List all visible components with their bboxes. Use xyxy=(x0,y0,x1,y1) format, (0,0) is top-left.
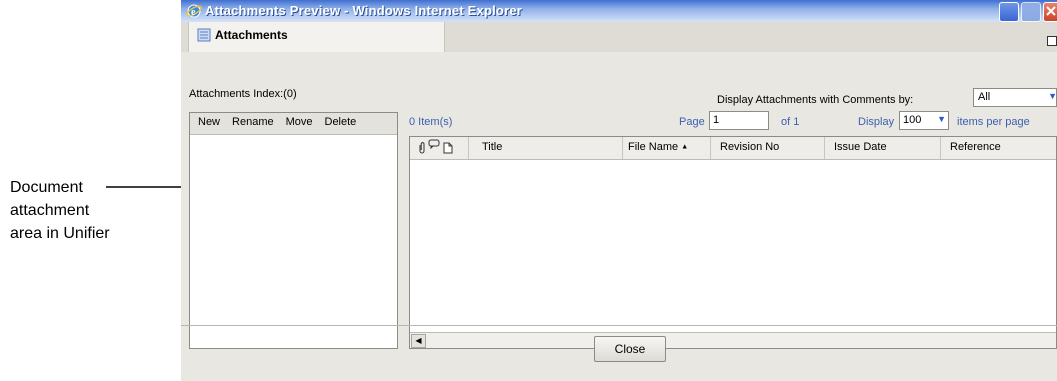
comment-icon[interactable] xyxy=(428,139,440,149)
grid-header: Title File Name ▲ Revision No Issue Date… xyxy=(410,137,1056,160)
attachments-content: Attachments Index:(0) Display Attachment… xyxy=(181,52,1057,349)
display-label: Display xyxy=(858,116,895,128)
rename-button[interactable]: Rename xyxy=(232,116,274,134)
move-button[interactable]: Move xyxy=(286,116,313,134)
tab-attachments[interactable]: Attachments xyxy=(188,22,445,53)
attachments-grid: Title File Name ▲ Revision No Issue Date… xyxy=(409,136,1057,349)
document-icon[interactable] xyxy=(443,142,453,154)
column-header-issue-date[interactable]: Issue Date xyxy=(834,141,887,153)
svg-text:e: e xyxy=(191,7,196,18)
callout-line-2: attachment xyxy=(10,202,90,219)
file-name-label: File Name xyxy=(628,141,679,153)
column-separator xyxy=(710,137,711,159)
horizontal-scrollbar[interactable]: ◀ xyxy=(410,332,1056,348)
column-separator xyxy=(468,137,469,159)
column-header-reference[interactable]: Reference xyxy=(950,141,1001,153)
items-per-page-label: items per page xyxy=(957,116,1030,128)
page-number-input[interactable]: 1 xyxy=(709,111,769,130)
minimize-button[interactable] xyxy=(999,2,1019,22)
filter-value: All xyxy=(978,91,991,103)
comments-filter-select[interactable]: All ▼ xyxy=(973,88,1057,107)
column-header-revision-no[interactable]: Revision No xyxy=(720,141,779,153)
column-separator xyxy=(824,137,825,159)
delete-button[interactable]: Delete xyxy=(325,116,357,134)
new-button[interactable]: New xyxy=(198,116,220,134)
folder-toolbar: New Rename Move Delete xyxy=(190,113,397,135)
close-icon xyxy=(1046,6,1056,16)
close-button[interactable]: Close xyxy=(594,336,666,362)
tab-label: Attachments xyxy=(215,28,288,42)
attachments-index-label: Attachments Index:(0) xyxy=(189,88,297,100)
paperclip-icon[interactable] xyxy=(416,142,428,154)
items-per-page-select[interactable]: 100 ▼ xyxy=(899,111,949,130)
column-header-title[interactable]: Title xyxy=(482,141,502,153)
column-separator xyxy=(940,137,941,159)
filter-label: Display Attachments with Comments by: xyxy=(717,94,914,106)
column-header-file-name[interactable]: File Name ▲ xyxy=(628,141,688,153)
scroll-left-icon[interactable]: ◀ xyxy=(411,334,426,348)
chevron-down-icon: ▼ xyxy=(937,114,946,124)
display-value: 100 xyxy=(903,114,922,126)
attachments-preview-window: e Attachments Preview - Windows Internet… xyxy=(181,0,1057,381)
page-label: Page xyxy=(679,116,705,128)
attachments-list-icon xyxy=(197,28,211,42)
internet-explorer-icon: e xyxy=(186,4,202,18)
items-count: 0 Item(s) xyxy=(409,116,453,128)
chevron-down-icon: ▼ xyxy=(1048,91,1057,101)
window-titlebar[interactable]: e Attachments Preview - Windows Internet… xyxy=(181,0,1057,22)
callout-line-3: area in Unifier xyxy=(10,225,110,242)
maximize-button[interactable] xyxy=(1021,2,1041,22)
close-window-button[interactable] xyxy=(1043,2,1057,22)
column-separator xyxy=(622,137,623,159)
window-title: Attachments Preview - Windows Internet E… xyxy=(205,3,523,18)
sort-ascending-icon: ▲ xyxy=(681,143,689,151)
restore-icon[interactable] xyxy=(1047,36,1057,46)
page-total-label: of 1 xyxy=(781,116,800,128)
attachment-folder-panel[interactable]: New Rename Move Delete xyxy=(189,112,398,349)
footer-divider xyxy=(181,325,1057,326)
tab-strip: Attachments xyxy=(181,22,1057,53)
